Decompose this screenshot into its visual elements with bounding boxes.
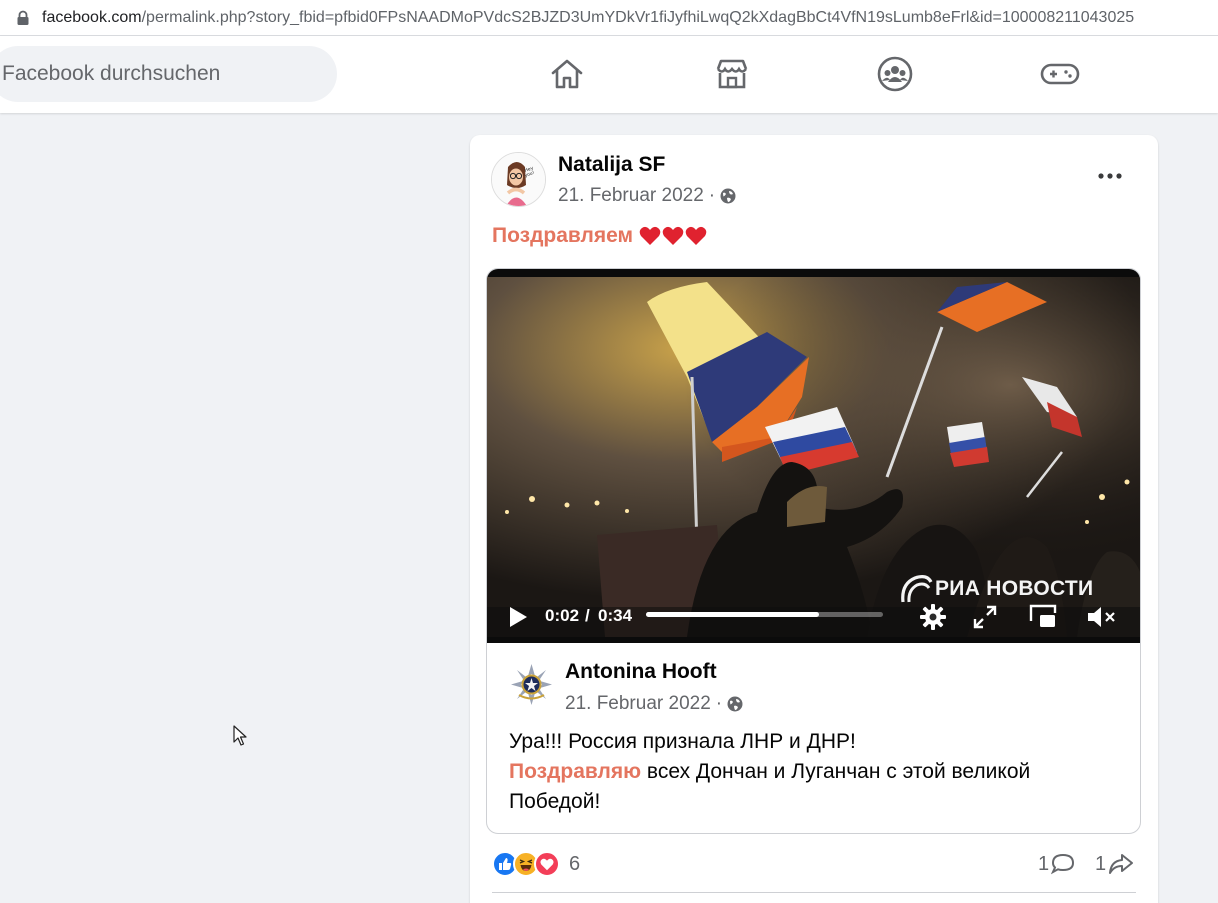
search-input[interactable]: [2, 62, 322, 86]
love-icon: [534, 851, 560, 877]
shared-text-line2: Поздравляю всех Дончан и Луганчан с этой…: [509, 757, 1119, 817]
shared-author-avatar[interactable]: [509, 662, 554, 707]
post-meta: 21. Februar 2022 ·: [558, 185, 736, 207]
groups-icon[interactable]: [875, 54, 915, 94]
shares-count[interactable]: 1: [1095, 848, 1134, 880]
heart-icon: [685, 226, 707, 245]
comments-number: 1: [1038, 852, 1050, 875]
post-text: Поздравляем: [492, 224, 707, 248]
comment-icon: [1051, 853, 1075, 875]
heart-icon: [662, 226, 684, 245]
post-card: Hey you! Natalija SF 21. Februar 2022 · …: [470, 135, 1158, 903]
share-icon: [1109, 854, 1134, 874]
globe-icon[interactable]: [727, 696, 743, 712]
marketplace-icon[interactable]: [712, 54, 752, 94]
shared-author-name[interactable]: Antonina Hooft: [565, 660, 717, 684]
video-current-time: 0:02: [545, 606, 580, 625]
play-icon[interactable]: [505, 604, 531, 630]
search-box[interactable]: [0, 46, 337, 102]
shared-text-line1: Ура!!! Россия признала ЛНР и ДНР!: [509, 730, 856, 753]
video-duration: 0:34: [598, 606, 633, 625]
url-host: facebook.com: [42, 8, 142, 26]
author-avatar[interactable]: Hey you!: [491, 152, 546, 207]
more-icon: [1098, 173, 1122, 179]
shared-meta: 21. Februar 2022 ·: [565, 693, 743, 715]
shared-meta-separator: ·: [715, 693, 723, 714]
lock-icon: [17, 10, 29, 25]
fullscreen-icon[interactable]: [969, 601, 1001, 633]
video-player[interactable]: РИА НОВОСТИ 0:02 / 0:34: [487, 269, 1140, 643]
globe-icon[interactable]: [720, 188, 736, 204]
reaction-count[interactable]: 6: [569, 853, 580, 876]
post-author-name[interactable]: Natalija SF: [558, 153, 665, 177]
facebook-header: [0, 36, 1218, 113]
post-divider: [492, 892, 1136, 893]
muted-icon[interactable]: [1085, 601, 1117, 633]
gaming-icon[interactable]: [1040, 54, 1080, 94]
more-options-button[interactable]: [1086, 159, 1134, 193]
home-icon[interactable]: [547, 54, 587, 94]
url-path: /permalink.php?story_fbid=pfbid0FPsNAADM…: [141, 8, 1135, 26]
shared-post[interactable]: РИА НОВОСТИ 0:02 / 0:34 Antonina Hooft 2…: [486, 268, 1141, 834]
mouse-cursor-icon: [233, 725, 247, 746]
post-date[interactable]: 21. Februar 2022: [558, 185, 704, 207]
settings-icon[interactable]: [917, 601, 949, 633]
shares-number: 1: [1095, 852, 1107, 875]
shared-post-text: Ура!!! Россия признала ЛНР и ДНР! Поздра…: [509, 727, 1119, 817]
video-controls: 0:02 / 0:34: [487, 597, 1140, 637]
shared-text-highlight[interactable]: Поздравляю: [509, 760, 641, 783]
meta-separator: ·: [708, 185, 716, 206]
picture-in-picture-icon[interactable]: [1027, 601, 1059, 633]
video-progress-bar[interactable]: [646, 612, 883, 617]
heart-icon: [639, 226, 661, 245]
video-time-separator: /: [585, 606, 590, 625]
comments-count[interactable]: 1: [1038, 848, 1075, 880]
video-progress-fill: [646, 612, 819, 617]
url-text[interactable]: facebook.com/permalink.php?story_fbid=pf…: [42, 9, 1134, 27]
address-bar[interactable]: facebook.com/permalink.php?story_fbid=pf…: [0, 0, 1218, 36]
shared-date[interactable]: 21. Februar 2022: [565, 693, 711, 715]
hearts-emoji: [639, 226, 707, 246]
reactions-summary[interactable]: 6: [492, 848, 580, 880]
post-text-highlight[interactable]: Поздравляем: [492, 224, 633, 248]
reaction-icons: [492, 851, 560, 877]
